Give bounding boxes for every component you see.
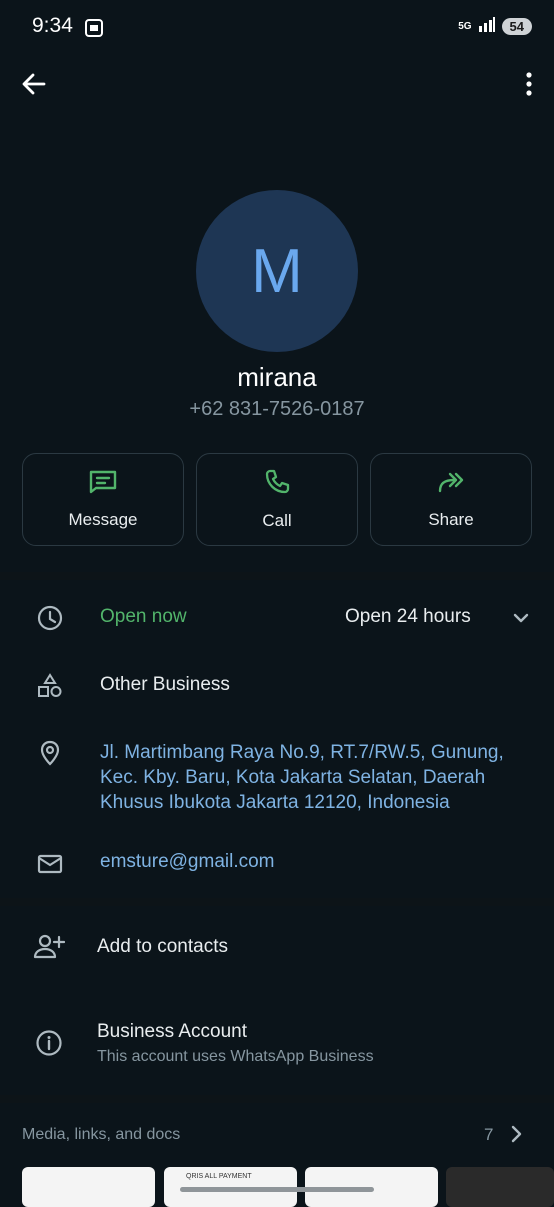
status-icons: 5G 54	[458, 16, 532, 37]
address-line: Jl. Martimbang Raya No.9, RT.7/RW.5, Gun…	[100, 742, 504, 763]
business-account-subtitle: This account uses WhatsApp Business	[97, 1048, 374, 1065]
add-person-icon	[33, 932, 66, 965]
business-account-row[interactable]: Business Account This account uses Whats…	[0, 1005, 554, 1085]
location-pin-icon	[36, 739, 64, 767]
thumbnail-text: QRIS ALL PAYMENT	[186, 1173, 252, 1180]
media-thumbnail[interactable]	[22, 1167, 155, 1207]
section-divider	[0, 572, 554, 580]
media-label: Media, links, and docs	[22, 1126, 181, 1143]
hours-status: Open now	[100, 606, 187, 627]
address-line: Kec. Kby. Baru, Kota Jakarta Selatan, Da…	[100, 767, 486, 788]
add-to-contacts-row[interactable]: Add to contacts	[0, 906, 554, 988]
clock-icon	[36, 604, 64, 632]
contact-phone: +62 831-7526-0187	[189, 398, 365, 420]
share-icon	[436, 469, 466, 500]
section-divider	[0, 1095, 554, 1103]
media-count: 7	[484, 1125, 494, 1144]
chevron-down-icon[interactable]	[511, 608, 531, 633]
signal-icon	[478, 16, 496, 37]
business-account-title: Business Account	[97, 1021, 247, 1042]
business-category: Other Business	[100, 674, 230, 695]
address-line: Khusus Ibukota Jakarta 12120, Indonesia	[100, 792, 450, 813]
avatar-initial: M	[251, 236, 303, 306]
more-options-icon[interactable]	[522, 70, 536, 98]
add-to-contacts-label: Add to contacts	[97, 936, 228, 957]
phone-icon	[263, 468, 291, 501]
info-icon	[35, 1029, 63, 1062]
email-icon	[36, 850, 64, 878]
business-address[interactable]: Jl. Martimbang Raya No.9, RT.7/RW.5, Gun…	[100, 740, 540, 815]
avatar[interactable]: M	[196, 190, 358, 352]
home-indicator[interactable]	[180, 1187, 374, 1192]
message-label: Message	[68, 510, 138, 529]
media-thumbnail[interactable]	[446, 1167, 554, 1207]
media-links-docs-row[interactable]: Media, links, and docs 7	[0, 1110, 554, 1158]
call-label: Call	[262, 511, 292, 530]
message-icon	[88, 469, 118, 500]
call-button[interactable]: Call	[196, 453, 358, 546]
message-button[interactable]: Message	[22, 453, 184, 546]
chevron-right-icon	[507, 1124, 525, 1149]
contact-name: mirana	[237, 362, 317, 392]
back-arrow-icon[interactable]	[20, 70, 48, 98]
hours-value[interactable]: Open 24 hours	[345, 606, 471, 628]
share-button[interactable]: Share	[370, 453, 532, 546]
status-time: 9:34	[32, 14, 73, 37]
business-email[interactable]: emsture@gmail.com	[100, 851, 275, 873]
screenshot-icon	[84, 18, 104, 43]
share-label: Share	[428, 510, 474, 529]
network-type: 5G	[458, 21, 472, 32]
section-divider	[0, 898, 554, 906]
category-shapes-icon	[36, 672, 64, 700]
battery-indicator: 54	[501, 18, 532, 35]
